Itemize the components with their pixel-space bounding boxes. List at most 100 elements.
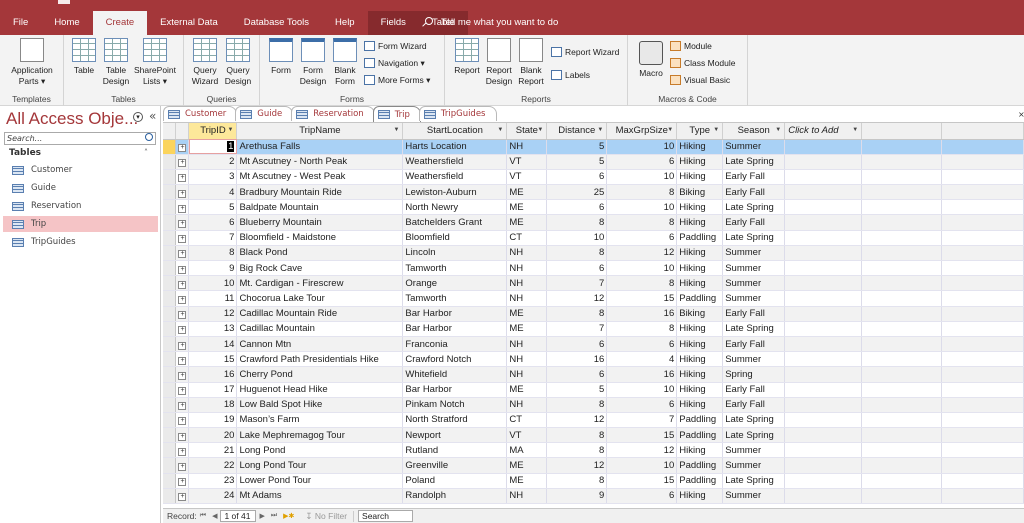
row-selector[interactable] (163, 290, 177, 307)
sort-dropdown-icon[interactable]: ▼ (537, 127, 543, 133)
cell-season[interactable]: Late Spring (722, 473, 786, 489)
report-button[interactable]: Report (451, 38, 483, 76)
cell-click-to-add[interactable] (784, 488, 863, 505)
cell-startlocation[interactable]: Weathersfield (402, 154, 508, 170)
cell-startlocation[interactable]: Rutland (402, 442, 508, 459)
sort-dropdown-icon[interactable]: ▼ (497, 127, 503, 133)
cell-state[interactable]: CT (506, 412, 548, 429)
report-design-button[interactable]: Report Design (483, 38, 515, 87)
cell-tripid[interactable]: 8 (188, 245, 238, 262)
tab-external-data[interactable]: External Data (147, 11, 231, 35)
cell-maxgrpsize[interactable]: 10 (606, 139, 678, 155)
cell-state[interactable]: ME (506, 199, 548, 216)
tab-fields[interactable]: Fields (367, 11, 419, 35)
expand-subdatasheet[interactable]: + (175, 184, 190, 201)
cell-type[interactable]: Hiking (676, 397, 724, 413)
table-row[interactable]: +24 Mt Adams Randolph NH 9 6 Hiking Summer (163, 488, 1024, 505)
cell-maxgrpsize[interactable]: 12 (606, 442, 678, 459)
last-record-button[interactable]: ⏭ (271, 512, 277, 520)
cell-distance[interactable]: 6 (546, 336, 608, 353)
row-selector[interactable] (163, 412, 177, 429)
close-document-icon[interactable]: × (1018, 110, 1024, 119)
cell-distance[interactable]: 8 (546, 214, 608, 231)
cell-tripid[interactable]: 24 (188, 488, 238, 505)
cell-tripname[interactable]: Long Pond (236, 442, 404, 459)
expand-subdatasheet[interactable]: + (175, 382, 190, 398)
cell-tripid[interactable]: 18 (188, 397, 238, 413)
table-row[interactable]: +19 Mason’s Farm North Stratford CT 12 7 Paddl… (163, 412, 1024, 429)
cell-click-to-add[interactable] (784, 154, 863, 170)
row-selector[interactable] (163, 139, 177, 155)
cell-tripid[interactable]: 13 (188, 321, 238, 337)
table-row[interactable]: +18 Low Bald Spot Hike Pinkam Notch NH 8 6 Hik… (163, 397, 1024, 413)
cell-startlocation[interactable]: Greenville (402, 457, 508, 474)
cell-click-to-add[interactable] (784, 275, 863, 292)
cell-tripname[interactable]: Huguenot Head Hike (236, 382, 404, 398)
blank-report-button[interactable]: Blank Report (515, 38, 547, 87)
cell-season[interactable]: Early Fall (722, 382, 786, 398)
cell-startlocation[interactable]: Poland (402, 473, 508, 489)
cell-tripname[interactable]: Mt. Cardigan - Firescrew (236, 275, 404, 292)
cell-type[interactable]: Hiking (676, 275, 724, 292)
cell-type[interactable]: Paddling (676, 427, 724, 444)
sort-dropdown-icon[interactable]: ▼ (775, 127, 781, 133)
macro-button[interactable]: Macro (636, 41, 666, 79)
cell-tripname[interactable]: Crawford Path Presidentials Hike (236, 351, 404, 368)
cell-type[interactable]: Hiking (676, 260, 724, 277)
row-selector[interactable] (163, 230, 177, 246)
cell-tripname[interactable]: Mt Ascutney - West Peak (236, 169, 404, 186)
cell-season[interactable]: Summer (722, 260, 786, 277)
cell-tripid[interactable]: 9 (188, 260, 238, 277)
cell-click-to-add[interactable] (784, 473, 863, 489)
cell-maxgrpsize[interactable]: 8 (606, 321, 678, 337)
cell-distance[interactable]: 12 (546, 457, 608, 474)
cell-startlocation[interactable]: Tamworth (402, 260, 508, 277)
save-icon[interactable] (58, 0, 70, 4)
previous-record-button[interactable]: ◀ (212, 512, 217, 520)
cell-season[interactable]: Early Fall (722, 397, 786, 413)
nav-options-icon[interactable]: ▾ (133, 112, 143, 122)
cell-state[interactable]: VT (506, 169, 548, 186)
cell-tripname[interactable]: Bradbury Mountain Ride (236, 184, 404, 201)
expand-subdatasheet[interactable]: + (175, 321, 190, 337)
expand-subdatasheet[interactable]: + (175, 199, 190, 216)
expand-subdatasheet[interactable]: + (175, 260, 190, 277)
table-row[interactable]: +5 Baldpate Mountain North Newry ME 6 10 Hikin… (163, 199, 1024, 216)
row-selector[interactable] (163, 382, 177, 398)
cell-state[interactable]: ME (506, 382, 548, 398)
table-row[interactable]: +22 Long Pond Tour Greenville ME 12 10 Paddlin… (163, 457, 1024, 474)
expand-subdatasheet[interactable]: + (175, 397, 190, 413)
doc-tab-guide[interactable]: Guide (235, 106, 294, 121)
cell-maxgrpsize[interactable]: 16 (606, 366, 678, 383)
col-header-type[interactable]: Type ▼ (676, 123, 724, 140)
cell-state[interactable]: NH (506, 488, 548, 505)
table-row[interactable]: +11 Chocorua Lake Tour Tamworth NH 12 15 Paddl… (163, 290, 1024, 307)
cell-tripid[interactable]: 2 (188, 154, 238, 170)
cell-click-to-add[interactable] (784, 184, 863, 201)
cell-startlocation[interactable]: Harts Location (402, 139, 508, 155)
sort-dropdown-icon[interactable]: ▼ (852, 127, 858, 133)
expand-subdatasheet[interactable]: + (175, 457, 190, 474)
cell-click-to-add[interactable] (784, 214, 863, 231)
cell-state[interactable]: VT (506, 427, 548, 444)
cell-distance[interactable]: 8 (546, 473, 608, 489)
new-record-button[interactable]: ▶✱ (283, 512, 294, 520)
cell-distance[interactable]: 6 (546, 199, 608, 216)
cell-distance[interactable]: 16 (546, 351, 608, 368)
cell-state[interactable]: NH (506, 275, 548, 292)
cell-season[interactable]: Summer (722, 139, 786, 155)
form-design-button[interactable]: Form Design (298, 38, 328, 87)
cell-state[interactable]: ME (506, 214, 548, 231)
col-header-distance[interactable]: Distance ▼ (546, 123, 608, 140)
visual-basic-button[interactable]: Visual Basic (670, 73, 730, 87)
application-parts-button[interactable]: Application Parts ▾ (4, 38, 60, 87)
cell-tripid[interactable]: 4 (188, 184, 238, 201)
form-wizard-button[interactable]: Form Wizard (364, 39, 427, 53)
col-header-tripname[interactable]: TripName ▼ (236, 123, 404, 140)
row-selector[interactable] (163, 457, 177, 474)
cell-maxgrpsize[interactable]: 6 (606, 336, 678, 353)
cell-distance[interactable]: 5 (546, 139, 608, 155)
cell-tripname[interactable]: Big Rock Cave (236, 260, 404, 277)
col-header-state[interactable]: State ▼ (506, 123, 548, 140)
expand-subdatasheet[interactable]: + (175, 366, 190, 383)
